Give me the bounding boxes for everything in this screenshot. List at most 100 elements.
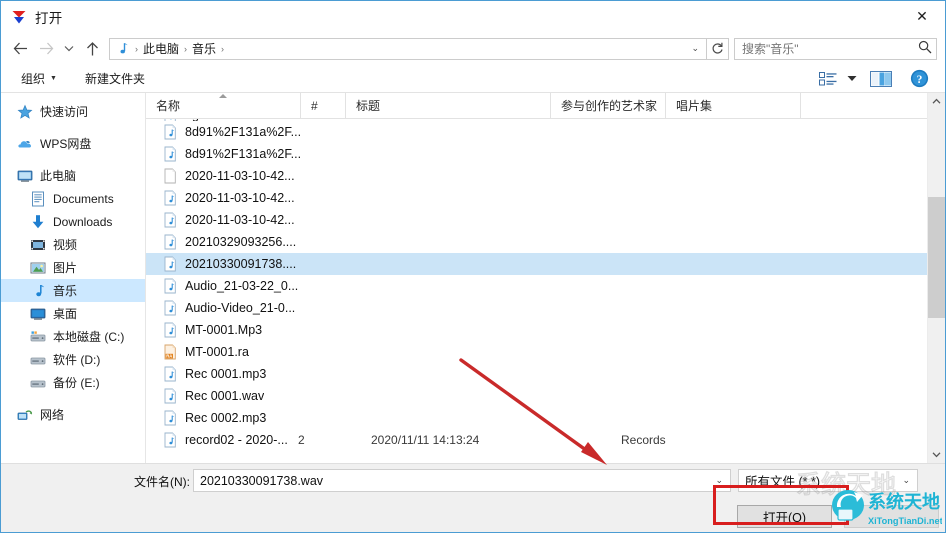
- column-header[interactable]: 参与创作的艺术家: [551, 93, 666, 118]
- table-row[interactable]: 2020-11-03-10-42...: [146, 187, 927, 209]
- table-row[interactable]: Audio_21-03-22_0...: [146, 275, 927, 297]
- table-row[interactable]: Audio-Video_21-0...: [146, 297, 927, 319]
- table-row[interactable]: Rec 0001.wav: [146, 385, 927, 407]
- desktop-icon: [30, 306, 47, 322]
- search-input[interactable]: 搜索"音乐": [742, 40, 918, 57]
- organize-label: 组织: [21, 72, 46, 86]
- filetype-value[interactable]: 所有文件 (*.*): [745, 471, 902, 490]
- breadcrumb-separator: ›: [135, 43, 138, 54]
- scrollbar-thumb[interactable]: [928, 197, 945, 319]
- open-button[interactable]: 打开(O): [737, 505, 832, 528]
- filename-input[interactable]: 20210330091738.wav: [200, 474, 715, 488]
- file-name: 2020-11-03-10-42...: [185, 169, 295, 183]
- column-header[interactable]: 标题: [346, 93, 551, 118]
- network-icon: [17, 407, 34, 423]
- audio-icon: [164, 432, 176, 447]
- scrollbar-track[interactable]: [928, 110, 945, 446]
- organize-button[interactable]: 组织 ▼: [15, 68, 63, 90]
- back-button[interactable]: [7, 36, 33, 62]
- title-bar: 打开 ✕: [1, 1, 945, 32]
- audio-icon: [164, 146, 176, 161]
- table-row[interactable]: record02 - 2020-... 2 2020/11/11 14:13:24 R…: [146, 429, 927, 451]
- breadcrumb-item-1[interactable]: 音乐: [189, 40, 219, 57]
- file-name: Audio_21-03-22_0...: [185, 279, 299, 293]
- search-box[interactable]: 搜索"音乐": [734, 37, 937, 60]
- sidebar-item-label: 此电脑: [40, 169, 77, 183]
- sidebar-item-WPS[interactable]: WPS网盘: [1, 132, 145, 155]
- table-row[interactable]: MT-0001.Mp3: [146, 319, 927, 341]
- column-header[interactable]: 名称: [146, 93, 301, 118]
- table-row[interactable]: RA MT-0001.ra: [146, 341, 927, 363]
- sidebar-item-item[interactable]: 快速访问: [1, 100, 145, 123]
- table-row[interactable]: 2020-11-03-10-42...: [146, 165, 927, 187]
- address-bar[interactable]: › 此电脑 › 音乐 › ⌄: [109, 37, 707, 60]
- scroll-down-button[interactable]: [928, 446, 945, 463]
- audio-icon: [162, 124, 178, 141]
- desktop-icon: [30, 308, 46, 320]
- sidebar-item-item[interactable]: 图片: [1, 256, 145, 279]
- sidebar-item-Documents[interactable]: Documents: [1, 187, 145, 210]
- file-list[interactable]: 4g.wav8d91%2F131a%2F...8d91%2F131a%2F...…: [146, 119, 927, 463]
- sidebar-item-D[interactable]: 软件 (D:): [1, 348, 145, 371]
- table-row[interactable]: 20210330091738....: [146, 253, 927, 275]
- preview-pane-button[interactable]: [861, 68, 901, 90]
- up-button[interactable]: [79, 36, 105, 62]
- filename-combobox[interactable]: 20210330091738.wav ⌄: [193, 469, 731, 492]
- chevron-down-icon[interactable]: ⌄: [902, 475, 917, 486]
- table-row[interactable]: 8d91%2F131a%2F...: [146, 143, 927, 165]
- sidebar-item-item[interactable]: 音乐: [1, 279, 145, 302]
- open-file-dialog: 打开 ✕ › 此电脑 › 音乐 › ⌄ 搜索"音乐" 组织 ▼ 新建文件夹 ? …: [0, 0, 946, 533]
- sidebar-item-E[interactable]: 备份 (E:): [1, 371, 145, 394]
- arrow-up-icon: [86, 41, 98, 55]
- sidebar-item-C[interactable]: 本地磁盘 (C:): [1, 325, 145, 348]
- audio-icon: [162, 212, 178, 229]
- view-mode-dropdown[interactable]: [843, 68, 861, 90]
- audio-icon: [162, 300, 178, 317]
- column-header[interactable]: #: [301, 93, 346, 118]
- drive-icon: [30, 375, 47, 391]
- cloud-icon: [18, 140, 32, 147]
- sidebar-item-label: 本地磁盘 (C:): [53, 330, 125, 344]
- table-row[interactable]: 20210329093256....: [146, 231, 927, 253]
- address-dropdown-icon[interactable]: ⌄: [686, 43, 704, 54]
- scroll-up-button[interactable]: [928, 93, 945, 110]
- help-button[interactable]: ?: [901, 68, 937, 90]
- filetype-combobox[interactable]: 所有文件 (*.*) ⌄: [738, 469, 918, 492]
- downloads-icon: [30, 214, 47, 230]
- computer-icon: [17, 168, 34, 184]
- audio-icon: [162, 234, 178, 251]
- column-header-label: 名称: [156, 99, 181, 113]
- table-row[interactable]: Rec 0002.mp3: [146, 407, 927, 429]
- table-row[interactable]: 2020-11-03-10-42...: [146, 209, 927, 231]
- vertical-scrollbar[interactable]: [927, 93, 945, 463]
- file-album-cell: Records: [621, 433, 666, 447]
- sidebar-item-item[interactable]: 视频: [1, 233, 145, 256]
- column-header[interactable]: 唱片集: [666, 93, 801, 118]
- new-folder-button[interactable]: 新建文件夹: [79, 68, 151, 90]
- refresh-button[interactable]: [707, 37, 729, 60]
- refresh-icon: [712, 42, 723, 54]
- audio-icon: [162, 388, 178, 405]
- table-row[interactable]: Rec 0001.mp3: [146, 363, 927, 385]
- videos-icon: [30, 237, 47, 253]
- drive-icon: [30, 380, 46, 387]
- music-icon: [30, 283, 47, 299]
- breadcrumb-item-0[interactable]: 此电脑: [140, 40, 182, 57]
- drive-icon: [30, 357, 46, 364]
- table-row[interactable]: 8d91%2F131a%2F...: [146, 121, 927, 143]
- chevron-down-icon: [847, 76, 857, 81]
- sidebar-item-Downloads[interactable]: Downloads: [1, 210, 145, 233]
- recent-locations-button[interactable]: [59, 36, 79, 62]
- view-mode-button[interactable]: [813, 68, 843, 90]
- chevron-up-icon: [932, 98, 941, 104]
- sidebar-item-item[interactable]: 桌面: [1, 302, 145, 325]
- sidebar-item-item[interactable]: 此电脑: [1, 164, 145, 187]
- sidebar-item-item[interactable]: 网络: [1, 403, 145, 426]
- chevron-down-icon[interactable]: ⌄: [715, 475, 730, 486]
- cancel-button[interactable]: [844, 505, 939, 528]
- forward-button[interactable]: [33, 36, 59, 62]
- close-button[interactable]: ✕: [899, 1, 945, 32]
- column-header-label: 唱片集: [676, 99, 713, 113]
